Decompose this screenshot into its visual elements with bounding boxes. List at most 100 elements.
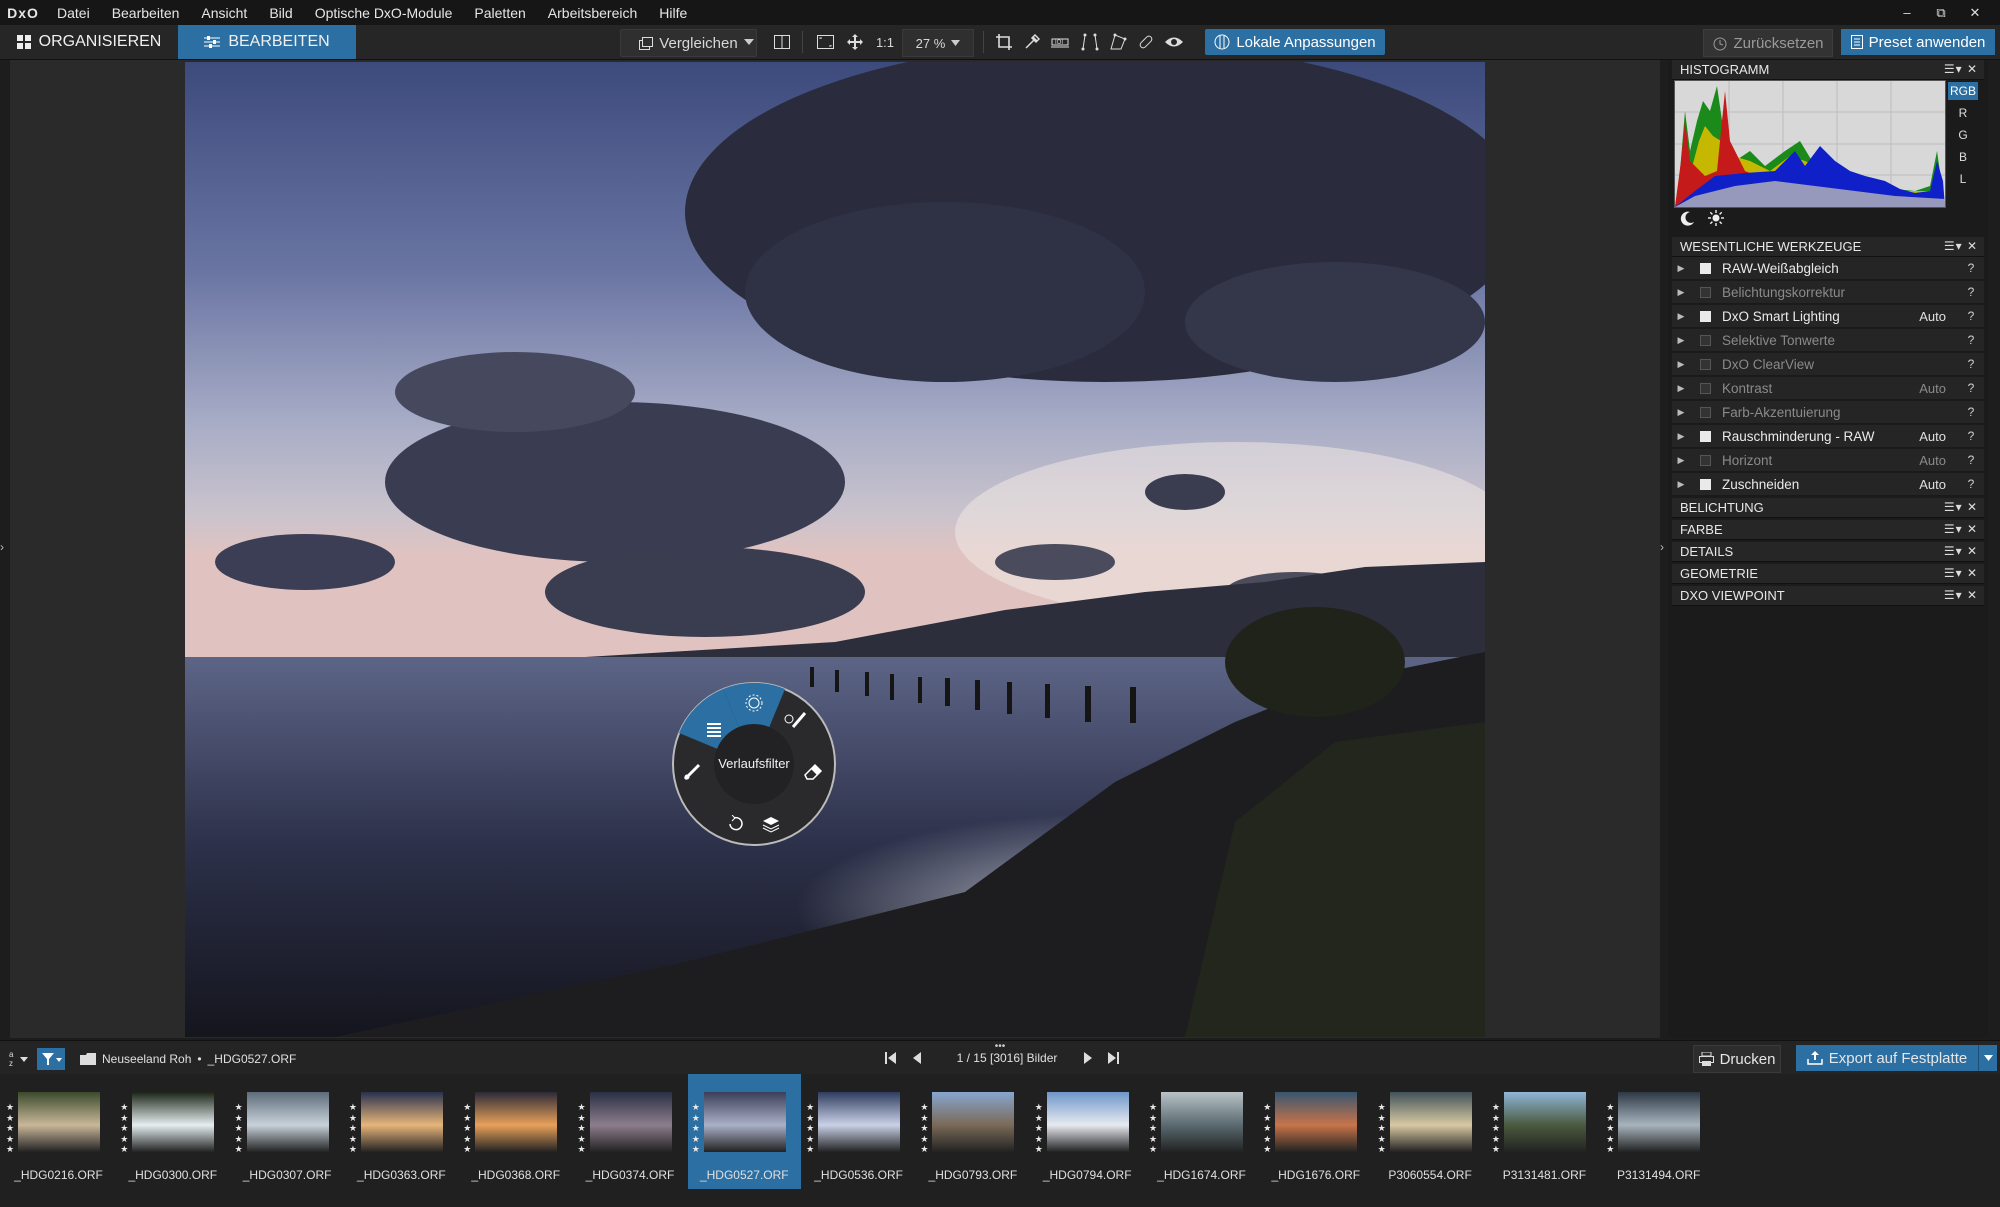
tool-enable-checkbox[interactable] <box>1700 358 1711 370</box>
expand-arrow-icon[interactable]: ▶ <box>1672 431 1690 442</box>
tool-color-accentuation[interactable]: ▶ Farb-Akzentuierung? <box>1672 401 1984 424</box>
expand-arrow-icon[interactable]: ▶ <box>1672 335 1690 346</box>
menu-bild[interactable]: Bild <box>258 5 303 21</box>
tool-enable-checkbox[interactable] <box>1700 310 1711 322</box>
zoom-100-button[interactable]: 1:1 <box>870 29 900 55</box>
reset-button[interactable]: Zurücksetzen <box>1703 29 1833 57</box>
help-icon[interactable]: ? <box>1964 453 1978 467</box>
rating-stars[interactable]: ★ ★ ★ ★ ★ <box>578 1102 586 1155</box>
export-button[interactable]: Export auf Festplatte <box>1796 1045 1978 1071</box>
white-balance-picker-button[interactable] <box>1020 29 1044 55</box>
tool-smart-lighting[interactable]: ▶ DxO Smart Lighting Auto? <box>1672 305 1984 328</box>
palette-menu-icon[interactable]: ☰▾ ✕ <box>1944 522 1978 536</box>
palette-details-header[interactable]: DETAILS ☰▾ ✕ <box>1672 542 1984 562</box>
essential-tools-header[interactable]: WESENTLICHE WERKZEUGE ☰▾ ✕ <box>1672 237 1984 257</box>
expand-arrow-icon[interactable]: ▶ <box>1672 263 1690 274</box>
repair-tool-button[interactable] <box>1134 29 1158 55</box>
expand-arrow-icon[interactable]: ▶ <box>1672 407 1690 418</box>
expand-arrow-icon[interactable]: ▶ <box>1672 479 1690 490</box>
filmstrip-thumbnail[interactable]: ★ ★ ★ ★ ★ _HDG1676.ORF <box>1259 1074 1372 1189</box>
palette-menu-icon[interactable]: ☰▾ ✕ <box>1944 62 1978 76</box>
highlight-clipping-toggle[interactable] <box>1708 210 1724 231</box>
tool-enable-checkbox[interactable] <box>1700 454 1711 466</box>
rating-stars[interactable]: ★ ★ ★ ★ ★ <box>806 1102 814 1155</box>
expand-arrow-icon[interactable]: ▶ <box>1672 311 1690 322</box>
sort-button[interactable]: az <box>8 1049 32 1069</box>
filmstrip-thumbnail[interactable]: ★ ★ ★ ★ ★ P3131494.ORF <box>1602 1074 1715 1189</box>
pan-button[interactable] <box>842 29 868 55</box>
help-icon[interactable]: ? <box>1964 381 1978 395</box>
rating-stars[interactable]: ★ ★ ★ ★ ★ <box>1492 1102 1500 1155</box>
rating-stars[interactable]: ★ ★ ★ ★ ★ <box>235 1102 243 1155</box>
palette-exposure-header[interactable]: BELICHTUNG ☰▾ ✕ <box>1672 498 1984 518</box>
tool-horizon[interactable]: ▶ Horizont Auto? <box>1672 449 1984 472</box>
menu-bearbeiten[interactable]: Bearbeiten <box>101 5 191 21</box>
horizon-tool-button[interactable]: IOI <box>1048 29 1072 55</box>
menu-optische-module[interactable]: Optische DxO-Module <box>304 5 464 21</box>
tool-enable-checkbox[interactable] <box>1700 406 1711 418</box>
help-icon[interactable]: ? <box>1964 333 1978 347</box>
help-icon[interactable]: ? <box>1964 477 1978 491</box>
filmstrip-thumbnail[interactable]: ★ ★ ★ ★ ★ P3131481.ORF <box>1488 1074 1601 1189</box>
menu-datei[interactable]: Datei <box>46 5 101 21</box>
expand-arrow-icon[interactable]: ▶ <box>1672 383 1690 394</box>
filmstrip-thumbnail[interactable]: ★ ★ ★ ★ ★ _HDG0363.ORF <box>345 1074 458 1189</box>
tool-enable-checkbox[interactable] <box>1700 430 1711 442</box>
rating-stars[interactable]: ★ ★ ★ ★ ★ <box>1606 1102 1614 1155</box>
palette-menu-icon[interactable]: ☰▾ ✕ <box>1944 544 1978 558</box>
histogram-header[interactable]: HISTOGRAMM ☰▾ ✕ <box>1672 60 1984 80</box>
menu-arbeitsbereich[interactable]: Arbeitsbereich <box>537 5 649 21</box>
filmstrip-thumbnail[interactable]: ★ ★ ★ ★ ★ _HDG0527.ORF <box>687 1074 801 1189</box>
tool-raw-white-balance[interactable]: ▶ RAW-Weißabgleich? <box>1672 257 1984 280</box>
fit-to-screen-button[interactable] <box>812 29 838 55</box>
expand-arrow-icon[interactable]: ▶ <box>1672 287 1690 298</box>
tool-contrast[interactable]: ▶ Kontrast Auto? <box>1672 377 1984 400</box>
help-icon[interactable]: ? <box>1964 405 1978 419</box>
rating-stars[interactable]: ★ ★ ★ ★ ★ <box>1149 1102 1157 1155</box>
tool-enable-checkbox[interactable] <box>1700 334 1711 346</box>
menu-paletten[interactable]: Paletten <box>463 5 536 21</box>
filmstrip-thumbnail[interactable]: ★ ★ ★ ★ ★ _HDG0216.ORF <box>2 1074 115 1189</box>
red-eye-button[interactable] <box>1162 29 1186 55</box>
histogram-channel-r[interactable]: R <box>1948 104 1978 122</box>
tool-crop[interactable]: ▶ Zuschneiden Auto? <box>1672 473 1984 496</box>
zoom-select[interactable]: 27 % <box>902 29 974 57</box>
right-panel-toggle[interactable]: › <box>1660 540 1668 560</box>
tab-edit[interactable]: BEARBEITEN <box>178 25 356 59</box>
local-adjustments-radial-menu[interactable]: Verlaufsfilter <box>671 681 837 847</box>
tool-selective-tones[interactable]: ▶ Selektive Tonwerte? <box>1672 329 1984 352</box>
palette-color-header[interactable]: FARBE ☰▾ ✕ <box>1672 520 1984 540</box>
palette-geometry-header[interactable]: GEOMETRIE ☰▾ ✕ <box>1672 564 1984 584</box>
local-adjustments-button[interactable]: Lokale Anpassungen <box>1205 29 1385 55</box>
palette-menu-icon[interactable]: ☰▾ ✕ <box>1944 588 1978 602</box>
apply-preset-button[interactable]: Preset anwenden <box>1841 29 1995 55</box>
filter-button[interactable] <box>37 1048 65 1070</box>
filmstrip-thumbnail[interactable]: ★ ★ ★ ★ ★ _HDG0794.ORF <box>1031 1074 1144 1189</box>
histogram-channel-b[interactable]: B <box>1948 148 1978 166</box>
left-panel-toggle[interactable]: › <box>0 540 10 560</box>
filmstrip-thumbnail[interactable]: ★ ★ ★ ★ ★ _HDG0793.ORF <box>916 1074 1029 1189</box>
rating-stars[interactable]: ★ ★ ★ ★ ★ <box>349 1102 357 1155</box>
minimize-button[interactable]: – <box>1890 5 1924 20</box>
rating-stars[interactable]: ★ ★ ★ ★ ★ <box>920 1102 928 1155</box>
tool-exposure-compensation[interactable]: ▶ Belichtungskorrektur? <box>1672 281 1984 304</box>
undo-icon[interactable] <box>726 814 744 838</box>
tab-organize[interactable]: ORGANISIEREN <box>0 25 178 59</box>
help-icon[interactable]: ? <box>1964 429 1978 443</box>
menu-hilfe[interactable]: Hilfe <box>648 5 698 21</box>
first-image-button[interactable] <box>885 1051 899 1069</box>
next-image-button[interactable] <box>1083 1051 1097 1069</box>
previous-image-button[interactable] <box>912 1051 926 1069</box>
perspective-tool-button[interactable] <box>1078 29 1102 55</box>
help-icon[interactable]: ? <box>1964 261 1978 275</box>
print-button[interactable]: Drucken <box>1693 1045 1781 1073</box>
rating-stars[interactable]: ★ ★ ★ ★ ★ <box>692 1102 700 1155</box>
compare-button[interactable]: Vergleichen <box>620 29 757 57</box>
export-dropdown-button[interactable] <box>1978 1045 1997 1071</box>
tool-clearview[interactable]: ▶ DxO ClearView? <box>1672 353 1984 376</box>
close-button[interactable]: ✕ <box>1958 5 1992 21</box>
expand-arrow-icon[interactable]: ▶ <box>1672 455 1690 466</box>
last-image-button[interactable] <box>1107 1051 1121 1069</box>
volume-deformation-button[interactable] <box>1106 29 1130 55</box>
filmstrip-resize-handle[interactable]: ••• <box>993 1041 1007 1052</box>
